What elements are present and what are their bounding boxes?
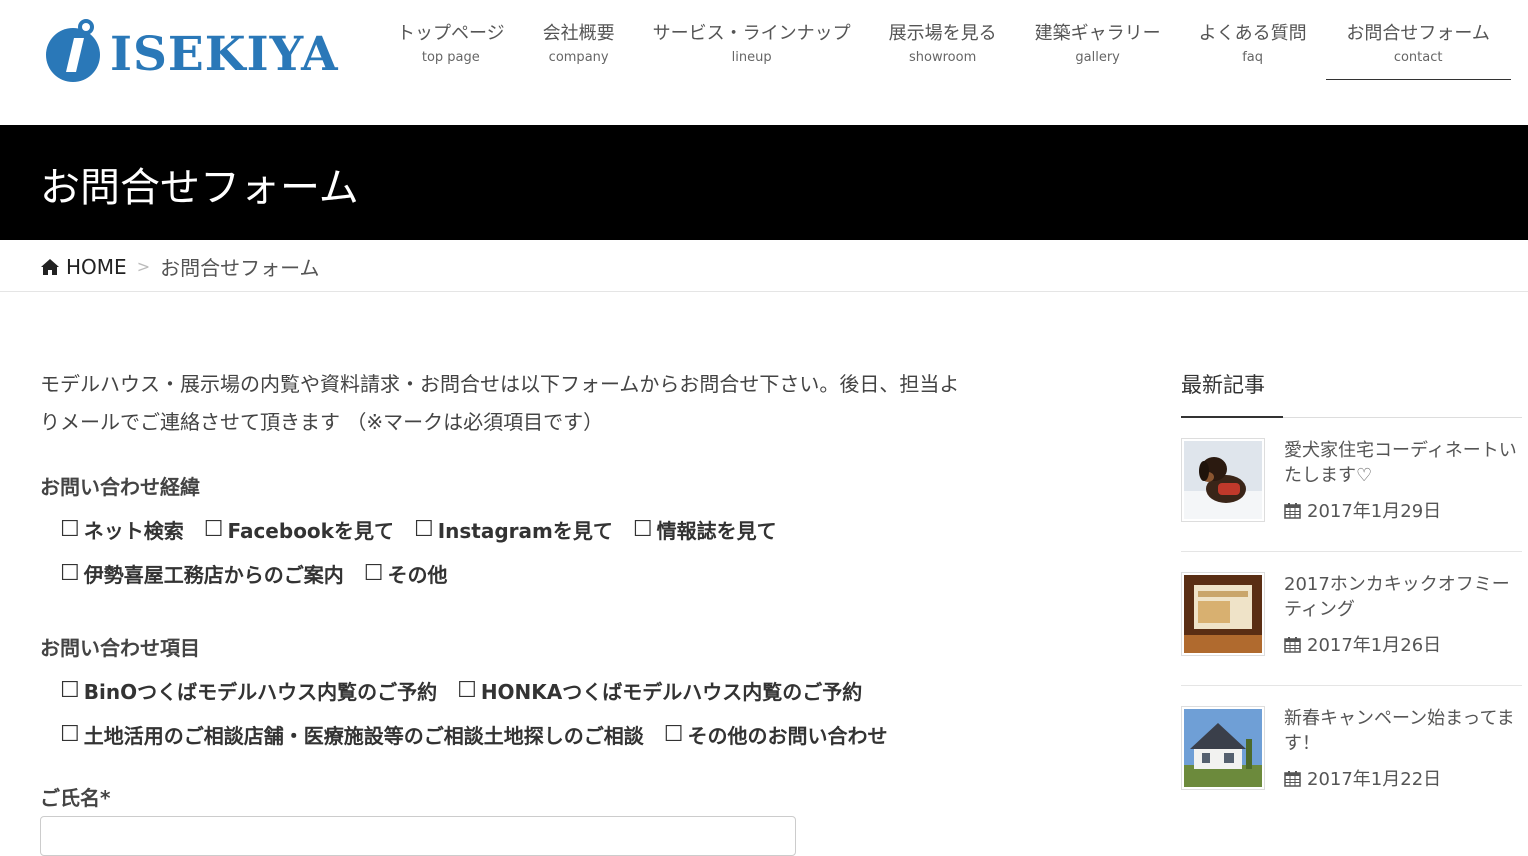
nav-showroom[interactable]: 展示場を見る showroom — [870, 18, 1016, 80]
checkbox-option[interactable]: ☐ Facebookを見て — [204, 515, 394, 544]
checkbox-option[interactable]: ☐ 伊勢喜屋工務店からのご案内 — [60, 559, 344, 588]
post-title-link[interactable]: 2017ホンカキックオフミーティング — [1284, 572, 1522, 622]
nav-lineup[interactable]: サービス・ラインナップ lineup — [634, 18, 870, 80]
nav-top-page[interactable]: トップページ top page — [378, 18, 524, 80]
post-date-text: 2017年1月29日 — [1307, 501, 1442, 522]
nav-label-en: faq — [1242, 50, 1264, 65]
nav-label-ja: 展示場を見る — [888, 23, 997, 44]
checkbox-icon[interactable]: ☐ — [664, 722, 684, 747]
nav-label-en: top page — [421, 50, 480, 65]
checkbox-icon[interactable]: ☐ — [633, 517, 653, 542]
checkbox-icon[interactable]: ☐ — [204, 517, 224, 542]
checkbox-option[interactable]: ☐ Instagramを見て — [414, 515, 613, 544]
nav-contact[interactable]: お問合せフォーム contact — [1325, 18, 1511, 80]
nav-label-ja: サービス・ラインナップ — [652, 23, 851, 44]
sidebar-title-rule — [1181, 416, 1522, 418]
option-label: 情報誌を見て — [656, 518, 777, 543]
intro-line: りメールでご連絡させて頂きます （※マークは必須項目です） — [40, 410, 604, 434]
post-date-text: 2017年1月22日 — [1307, 769, 1442, 790]
nav-label-ja: お問合せフォーム — [1346, 23, 1490, 44]
option-label: Instagramを見て — [437, 518, 613, 543]
nav-company[interactable]: 会社概要 company — [524, 18, 634, 80]
checkbox-icon[interactable]: ☐ — [60, 678, 80, 703]
contact-form: モデルハウス・展示場の内覧や資料請求・お問合せは以下フォームからお問合せ下さい。… — [40, 365, 1020, 749]
name-input[interactable] — [40, 816, 796, 856]
nav-gallery[interactable]: 建築ギャラリー gallery — [1016, 18, 1180, 80]
topic-group-title: お問い合わせ項目 — [40, 636, 200, 660]
checkbox-option[interactable]: ☐ その他のお問い合わせ — [664, 720, 888, 749]
nav-label-en: gallery — [1075, 50, 1120, 65]
post-thumbnail[interactable] — [1181, 706, 1265, 790]
logo-i-icon — [46, 19, 100, 82]
form-intro: モデルハウス・展示場の内覧や資料請求・お問合せは以下フォームからお問合せ下さい。… — [40, 365, 1010, 441]
recent-post[interactable]: 愛犬家住宅コーディネートいたします♡ 2017年1月29日 — [1181, 418, 1522, 552]
post-title-link[interactable]: 愛犬家住宅コーディネートいたします♡ — [1284, 438, 1522, 488]
name-field-label: ご氏名* — [40, 786, 111, 810]
calendar-icon — [1284, 502, 1301, 519]
nav-label-ja: よくある質問 — [1198, 23, 1307, 44]
nav-label-ja: トップページ — [397, 23, 505, 44]
post-thumbnail[interactable] — [1181, 438, 1265, 522]
checkbox-icon[interactable]: ☐ — [60, 722, 80, 747]
home-icon — [41, 258, 59, 275]
checkbox-icon[interactable]: ☐ — [364, 561, 384, 586]
topic-options: ☐ BinOつくばモデルハウス内覧のご予約 ☐ HONKAつくばモデルハウス内覧のご… — [40, 675, 1020, 749]
nav-label-en: lineup — [731, 50, 772, 65]
site-logo[interactable]: ISEKIYA — [44, 16, 339, 86]
post-title-link[interactable]: 新春キャンペーン始まってます！ — [1284, 706, 1522, 756]
option-label: HONKAつくばモデルハウス内覧のご予約 — [480, 679, 863, 704]
checkbox-icon[interactable]: ☐ — [60, 561, 80, 586]
intro-line: モデルハウス・展示場の内覧や資料請求・お問合せは以下フォームからお問合せ下さい。… — [40, 372, 960, 396]
option-label: Facebookを見て — [227, 518, 394, 543]
breadcrumb-home-link[interactable]: HOME — [40, 255, 127, 279]
house-photo-thumbnail — [1184, 709, 1262, 787]
post-date: 2017年1月22日 — [1284, 765, 1522, 791]
checkbox-icon[interactable]: ☐ — [457, 678, 477, 703]
checkbox-option[interactable]: ☐ HONKAつくばモデルハウス内覧のご予約 — [457, 676, 862, 705]
breadcrumb-separator: > — [136, 257, 151, 276]
option-label: その他のお問い合わせ — [687, 723, 888, 748]
logo-text: ISEKIYA — [110, 26, 339, 82]
nav-label-en: contact — [1393, 50, 1443, 65]
post-date: 2017年1月26日 — [1284, 631, 1522, 657]
checkbox-option[interactable]: ☐ その他 — [364, 559, 448, 588]
post-date: 2017年1月29日 — [1284, 497, 1522, 523]
calendar-icon — [1284, 770, 1301, 787]
checkbox-option[interactable]: ☐ ネット検索 — [60, 515, 184, 544]
option-label: ネット検索 — [83, 518, 184, 543]
option-label: BinOつくばモデルハウス内覧のご予約 — [83, 679, 438, 704]
post-date-text: 2017年1月26日 — [1307, 635, 1442, 656]
sidebar-recent-posts: 最新記事 愛犬家住宅コーディネートいたします♡ 2017年1月29日 2017ホ… — [1181, 365, 1522, 820]
breadcrumb-current: お問合せフォーム — [160, 256, 320, 280]
checkbox-option[interactable]: ☐ 土地活用のご相談店舗・医療施設等のご相談土地探しのご相談 — [60, 720, 644, 749]
source-group-title: お問い合わせ経緯 — [40, 475, 200, 499]
nav-label-ja: 会社概要 — [542, 23, 615, 44]
post-thumbnail[interactable] — [1181, 572, 1265, 656]
presentation-photo-thumbnail — [1184, 575, 1262, 653]
source-options: ☐ ネット検索 ☐ Facebookを見て ☐ Instagramを見て ☐ 情報誌を見… — [40, 514, 1020, 588]
page-title: お問合せフォーム — [40, 165, 359, 211]
nav-label-en: company — [548, 50, 609, 65]
option-label: その他 — [387, 562, 448, 587]
nav-faq[interactable]: よくある質問 faq — [1180, 18, 1326, 80]
recent-post[interactable]: 新春キャンペーン始まってます！ 2017年1月22日 — [1181, 686, 1522, 820]
sidebar-title: 最新記事 — [1181, 373, 1265, 397]
checkbox-option[interactable]: ☐ 情報誌を見て — [633, 515, 777, 544]
checkbox-icon[interactable]: ☐ — [60, 517, 80, 542]
nav-label-ja: 建築ギャラリー — [1034, 23, 1161, 44]
breadcrumb: HOME > お問合せフォーム — [0, 240, 1528, 292]
calendar-icon — [1284, 636, 1301, 653]
nav-label-en: showroom — [909, 50, 977, 65]
page-title-bar: お問合せフォーム — [0, 125, 1528, 240]
breadcrumb-home-label: HOME — [66, 254, 127, 279]
recent-post[interactable]: 2017ホンカキックオフミーティング 2017年1月26日 — [1181, 552, 1522, 686]
dog-photo-thumbnail — [1184, 441, 1262, 519]
option-label: 土地活用のご相談店舗・医療施設等のご相談土地探しのご相談 — [83, 723, 644, 748]
checkbox-icon[interactable]: ☐ — [414, 517, 434, 542]
option-label: 伊勢喜屋工務店からのご案内 — [83, 562, 344, 587]
checkbox-option[interactable]: ☐ BinOつくばモデルハウス内覧のご予約 — [60, 676, 437, 705]
site-header: ISEKIYA トップページ top page 会社概要 company サービ… — [0, 0, 1528, 125]
main-nav: トップページ top page 会社概要 company サービス・ラインナップ… — [378, 18, 1511, 80]
